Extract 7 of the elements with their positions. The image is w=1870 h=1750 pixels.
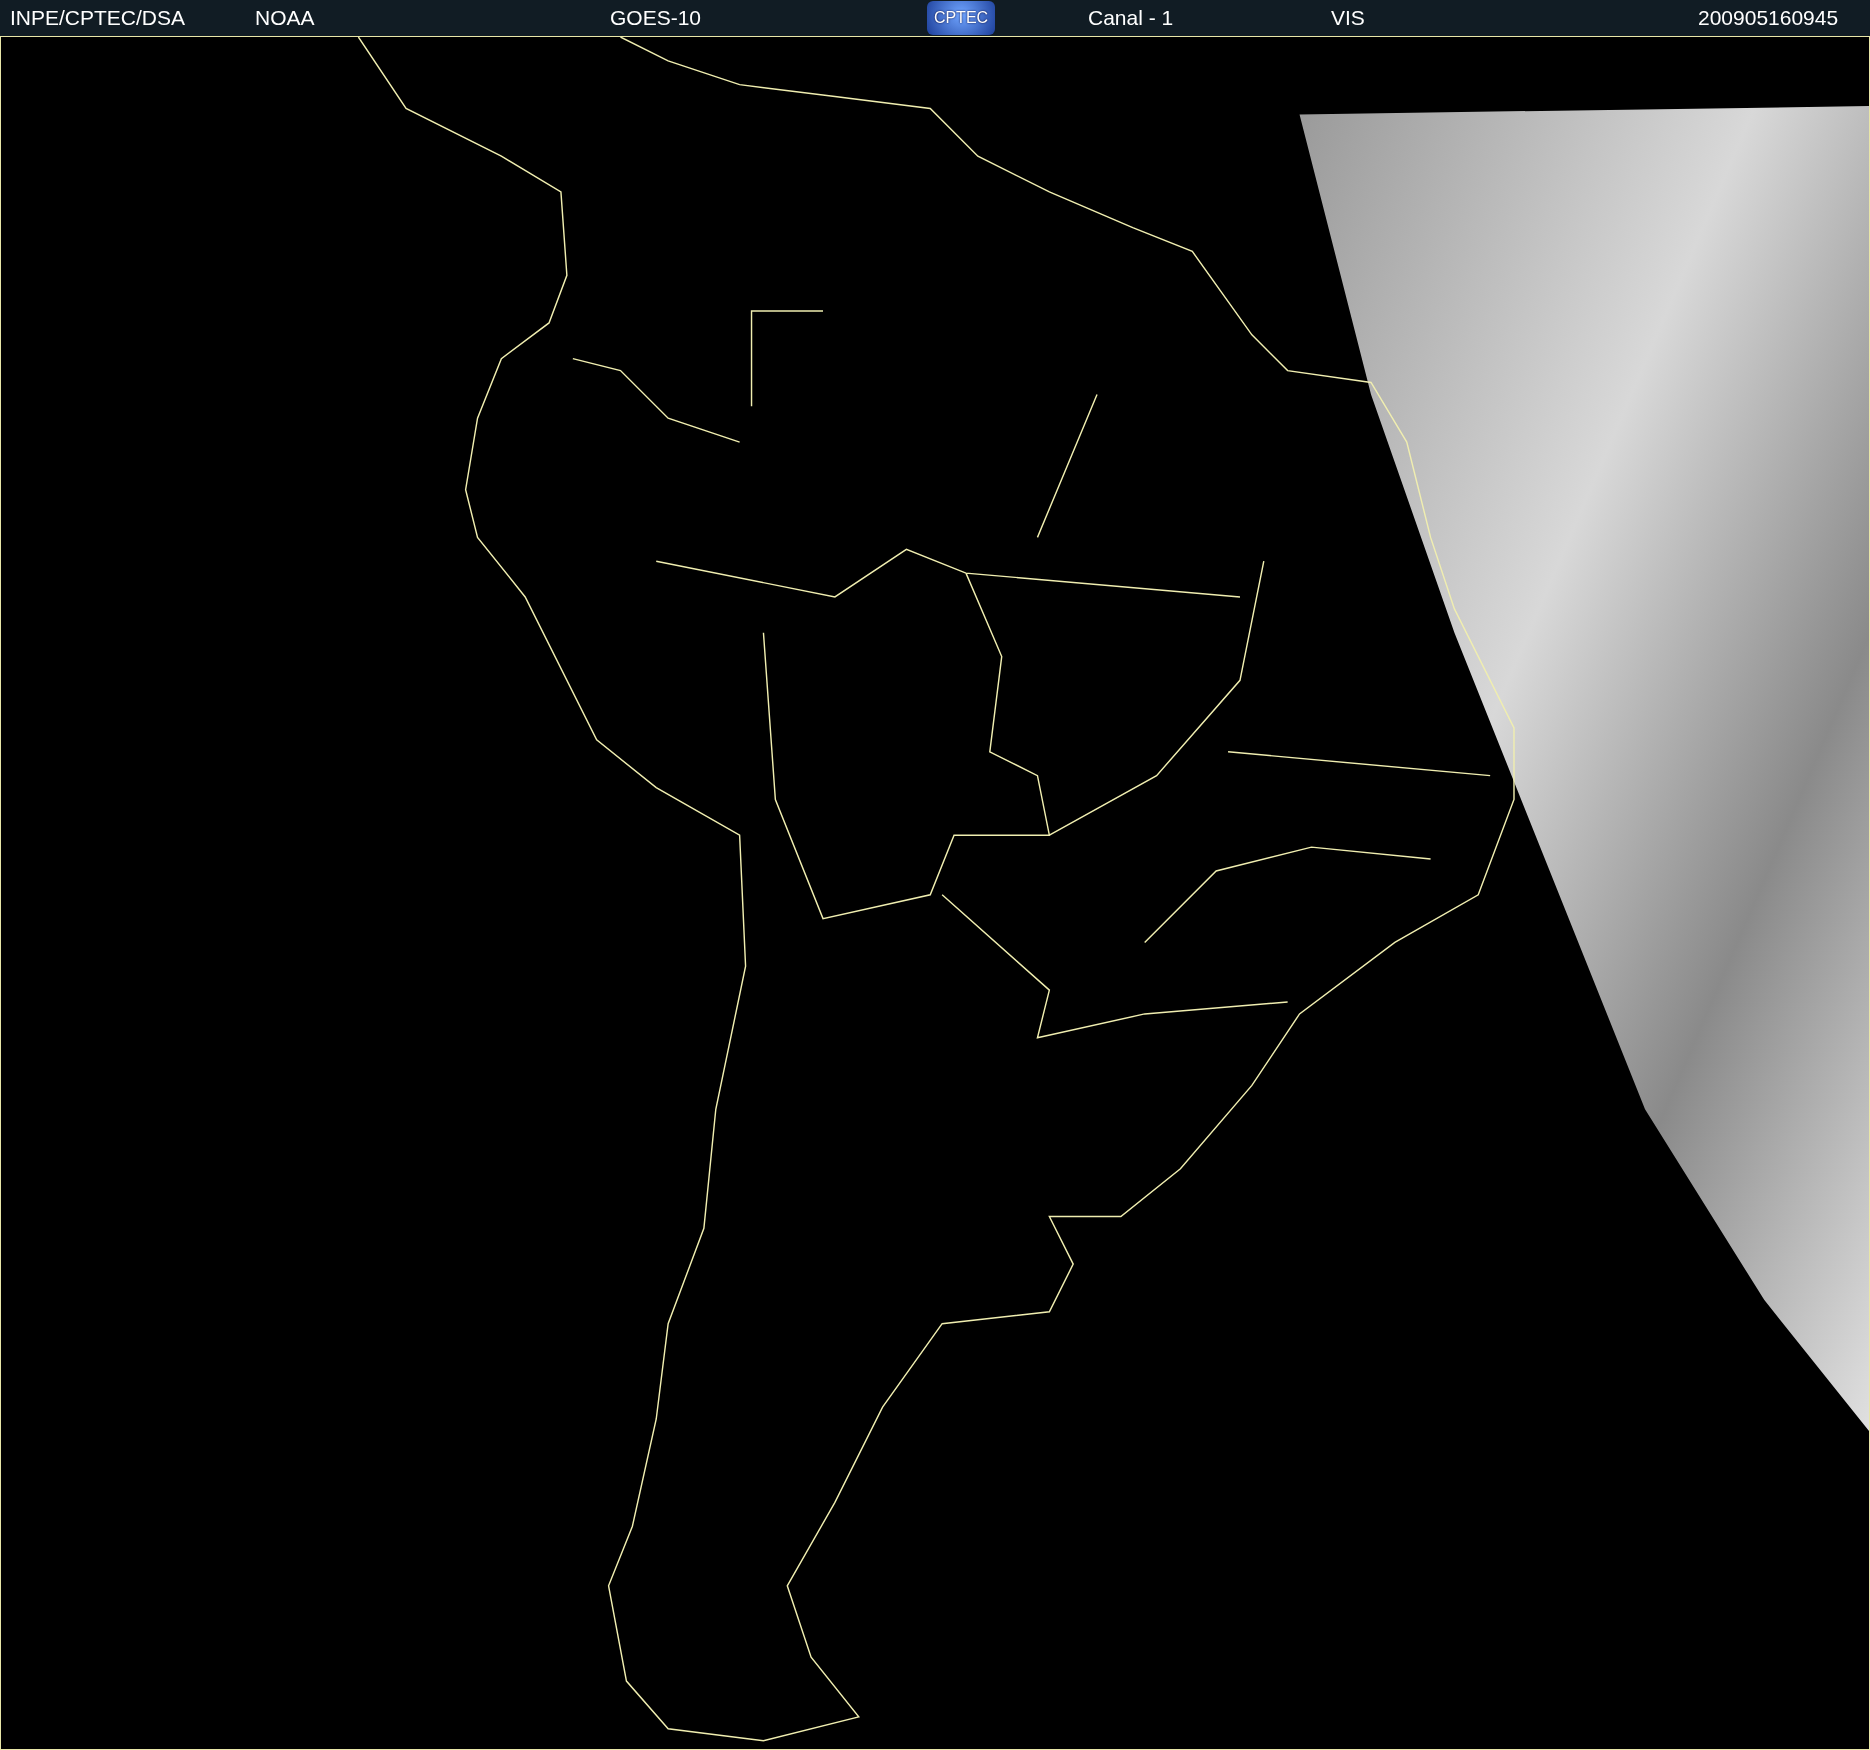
header-label: VIS — [1331, 6, 1366, 30]
header-label: NOAA — [255, 6, 316, 30]
header-label: INPE/CPTEC/DSA — [10, 6, 187, 30]
logo: CPTEC — [927, 1, 995, 35]
header-label: GOES-10 — [610, 6, 703, 30]
timestamp: 200905160945 — [1698, 6, 1840, 30]
header-label: Canal - 1 — [1088, 6, 1175, 30]
